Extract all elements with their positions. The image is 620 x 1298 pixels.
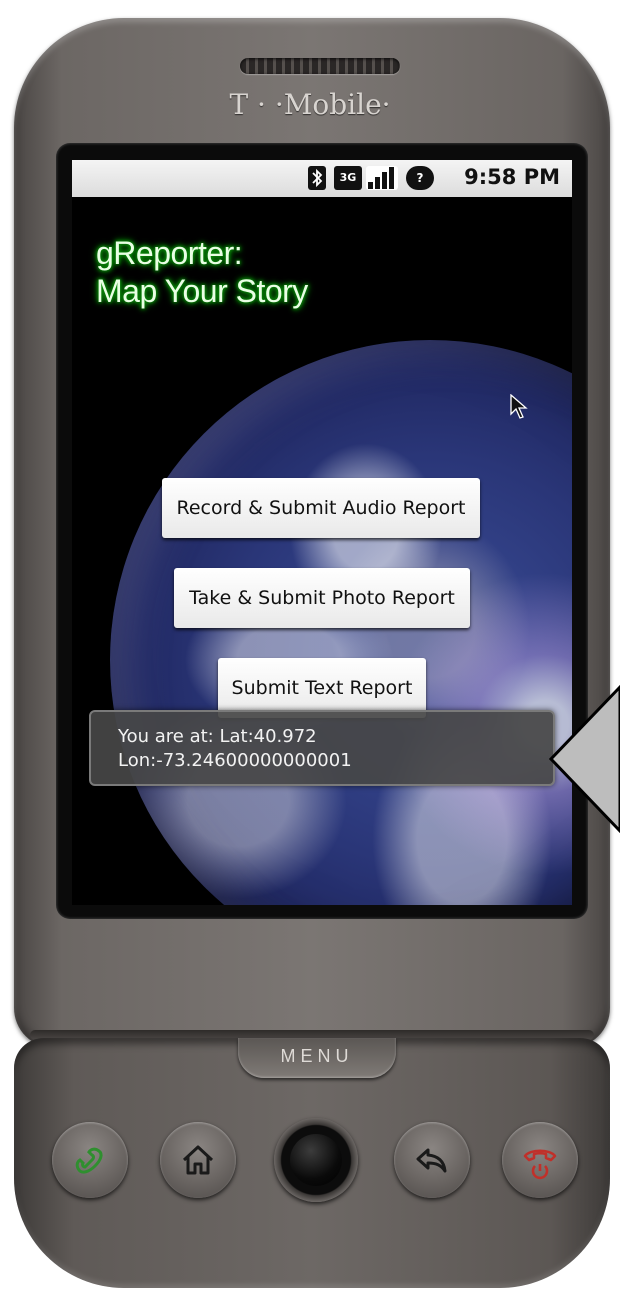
app-title-line2: Map Your Story — [96, 273, 308, 309]
location-toast: You are at: Lat:40.972 Lon:-73.246000000… — [89, 710, 555, 786]
home-icon — [182, 1145, 214, 1175]
carrier-logo: T · ·Mobile· — [229, 88, 391, 121]
status-bar: 3G ? 9:58 PM — [72, 160, 572, 197]
take-photo-report-button[interactable]: Take & Submit Photo Report — [174, 568, 470, 628]
notification-unknown-icon: ? — [406, 166, 434, 190]
status-time: 9:58 PM — [464, 165, 560, 189]
earpiece-speaker — [240, 58, 400, 74]
device-screen: 3G ? 9:58 PM gReporter: Map Your Story R… — [72, 160, 572, 905]
submit-text-report-button[interactable]: Submit Text Report — [218, 658, 426, 718]
mouse-cursor-icon — [510, 394, 528, 419]
call-button[interactable] — [52, 1122, 128, 1198]
back-button[interactable] — [394, 1122, 470, 1198]
signal-strength-icon — [366, 166, 398, 190]
toast-longitude: Lon:-73.24600000000001 — [118, 750, 352, 771]
trackball-ball[interactable] — [290, 1134, 342, 1186]
menu-button[interactable]: MENU — [238, 1038, 396, 1078]
3g-data-icon: 3G — [334, 166, 362, 190]
callout-arrow — [549, 685, 620, 833]
app-title: gReporter: Map Your Story — [96, 234, 456, 310]
toast-latitude: You are at: Lat:40.972 — [118, 726, 317, 747]
home-button[interactable] — [160, 1122, 236, 1198]
trackball[interactable] — [274, 1118, 358, 1202]
app-title-line1: gReporter: — [96, 235, 243, 271]
end-call-button[interactable] — [502, 1122, 578, 1198]
bluetooth-icon — [308, 166, 326, 190]
back-icon — [416, 1148, 447, 1173]
end-call-icon — [523, 1149, 557, 1180]
call-icon — [75, 1147, 103, 1174]
record-audio-report-button[interactable]: Record & Submit Audio Report — [162, 478, 480, 538]
